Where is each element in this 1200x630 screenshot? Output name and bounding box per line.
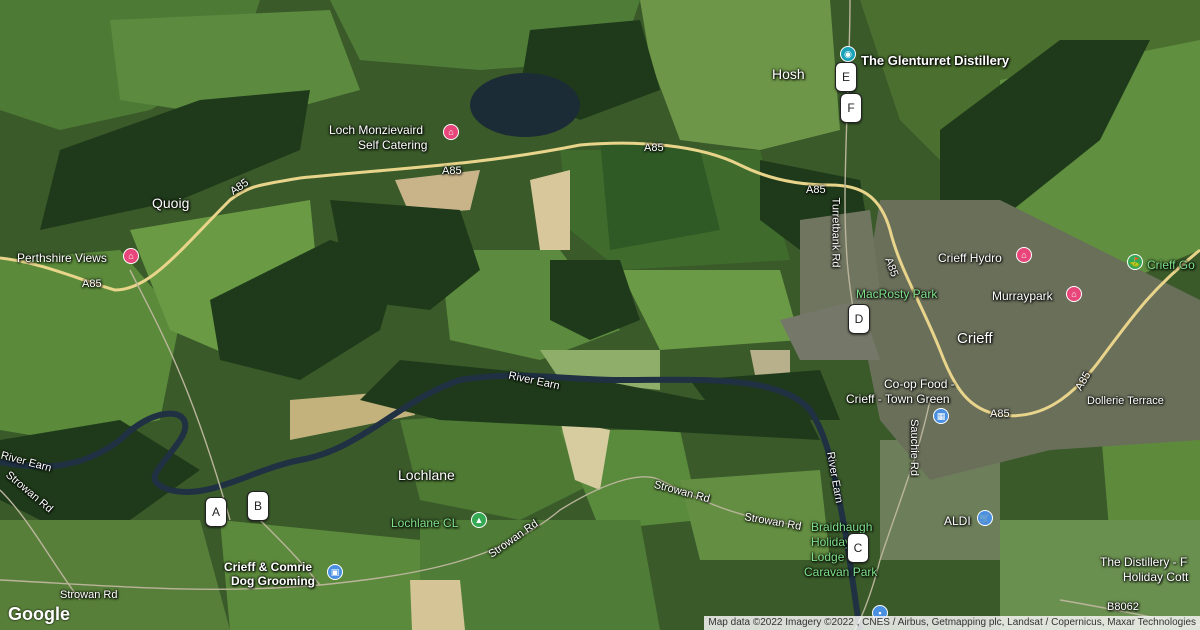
map-marker-e[interactable]: E bbox=[835, 62, 857, 92]
map-attribution[interactable]: Map data ©2022 Imagery ©2022 , CNES / Ai… bbox=[704, 616, 1200, 630]
poi-label-coop-2[interactable]: Crieff - Town Green bbox=[846, 392, 950, 407]
hotel-icon[interactable]: ⌂ bbox=[123, 248, 139, 264]
place-label-lochlane: Lochlane bbox=[398, 467, 455, 483]
place-label-crieff: Crieff bbox=[957, 330, 993, 347]
satellite-map[interactable] bbox=[0, 0, 1200, 630]
hotel-icon[interactable]: ⌂ bbox=[1066, 286, 1082, 302]
shop-icon[interactable]: ▦ bbox=[933, 408, 949, 424]
place-label-quoig: Quoig bbox=[152, 195, 190, 211]
map-marker-f[interactable]: F bbox=[840, 93, 862, 123]
road-label-sauchie-rd: Sauchie Rd bbox=[907, 419, 920, 476]
poi-label-distillery-holiday-1[interactable]: The Distillery - F bbox=[1100, 555, 1187, 570]
poi-label-perthshire-views[interactable]: Perthshire Views bbox=[17, 251, 107, 266]
poi-label-braidhaugh-4[interactable]: Caravan Park bbox=[804, 565, 877, 580]
poi-label-braidhaugh-2[interactable]: Holiday bbox=[811, 535, 851, 550]
road-label-a85: A85 bbox=[644, 142, 664, 154]
google-logo[interactable]: Google bbox=[8, 604, 70, 625]
poi-label-grooming-1[interactable]: Crieff & Comrie bbox=[224, 560, 312, 575]
poi-label-loch-monzievaird-2[interactable]: Self Catering bbox=[358, 138, 427, 153]
campsite-icon[interactable]: ▲ bbox=[471, 512, 487, 528]
poi-label-crieff-hydro[interactable]: Crieff Hydro bbox=[938, 251, 1002, 266]
shopping-bag-icon[interactable]: ▣ bbox=[327, 564, 343, 580]
hotel-icon[interactable]: ⌂ bbox=[443, 124, 459, 140]
map-marker-d[interactable]: D bbox=[848, 304, 870, 334]
road-label-a85: A85 bbox=[82, 278, 102, 290]
poi-label-glenturret[interactable]: The Glenturret Distillery bbox=[861, 53, 1009, 68]
poi-label-murraypark[interactable]: Murraypark bbox=[992, 289, 1053, 304]
poi-label-aldi[interactable]: ALDI bbox=[944, 514, 971, 529]
poi-label-grooming-2[interactable]: Dog Grooming bbox=[231, 574, 315, 589]
poi-label-coop-1[interactable]: Co-op Food - bbox=[884, 377, 955, 392]
poi-label-distillery-holiday-2[interactable]: Holiday Cott bbox=[1123, 570, 1188, 585]
road-label-strowan-rd: Strowan Rd bbox=[60, 589, 118, 601]
map-marker-c[interactable]: C bbox=[847, 533, 869, 563]
road-label-a85: A85 bbox=[990, 408, 1010, 420]
road-label-turretbank-rd: Turretbank Rd bbox=[829, 197, 842, 268]
place-label-hosh: Hosh bbox=[772, 66, 805, 82]
hotel-icon[interactable]: ⌂ bbox=[1016, 247, 1032, 263]
poi-label-macrosty-park[interactable]: MacRosty Park bbox=[856, 287, 937, 302]
map-marker-b[interactable]: B bbox=[247, 491, 269, 521]
poi-label-crieff-golf[interactable]: Crieff Go bbox=[1147, 258, 1195, 273]
loch-monzievaird-water bbox=[470, 73, 580, 137]
golf-icon[interactable]: ⛳ bbox=[1127, 254, 1143, 270]
cart-icon[interactable]: 🛒 bbox=[977, 510, 993, 526]
road-label-a85: A85 bbox=[806, 184, 826, 196]
poi-label-loch-monzievaird-1[interactable]: Loch Monzievaird bbox=[329, 123, 423, 138]
poi-label-braidhaugh-3[interactable]: Lodge bbox=[811, 550, 844, 565]
road-label-dollerie-terrace: Dollerie Terrace bbox=[1087, 395, 1164, 407]
poi-label-lochlane-cl[interactable]: Lochlane CL bbox=[391, 516, 458, 531]
distillery-icon[interactable]: ◉ bbox=[840, 46, 856, 62]
road-label-a85: A85 bbox=[442, 165, 462, 177]
road-label-b8062: B8062 bbox=[1107, 601, 1139, 613]
map-marker-a[interactable]: A bbox=[205, 497, 227, 527]
